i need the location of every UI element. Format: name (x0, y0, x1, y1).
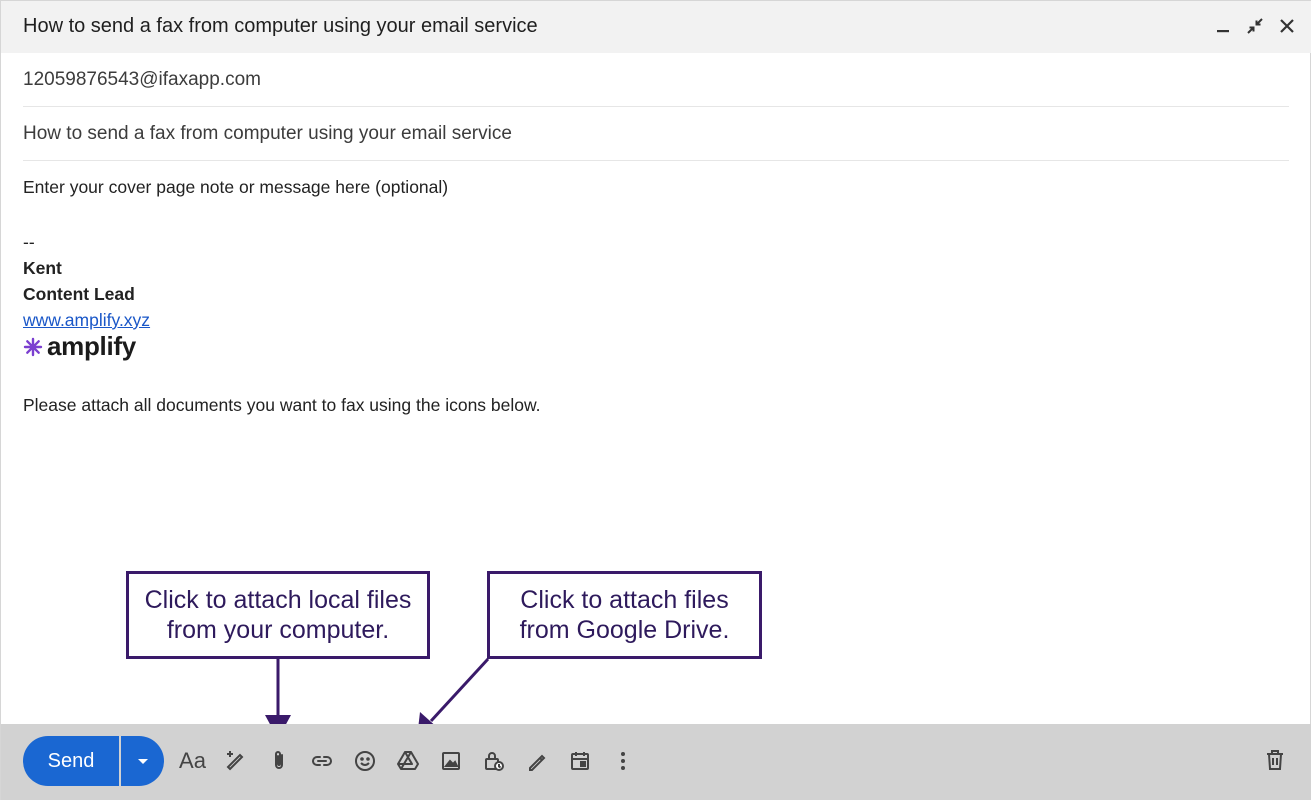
compose-titlebar: How to send a fax from computer using yo… (1, 1, 1311, 53)
cover-note-text: Enter your cover page note or message he… (23, 177, 449, 197)
signature-separator: -- (23, 232, 35, 252)
attach-file-icon[interactable] (257, 741, 300, 781)
confidential-mode-icon[interactable] (472, 741, 515, 781)
window-controls (1212, 15, 1298, 37)
formatting-button[interactable]: Aa (171, 741, 214, 781)
google-drive-icon[interactable] (386, 741, 429, 781)
signature-link[interactable]: www.amplify.xyz (23, 310, 150, 331)
insert-photo-icon[interactable] (429, 741, 472, 781)
insert-link-icon[interactable] (300, 741, 343, 781)
schedule-icon[interactable] (558, 741, 601, 781)
recipient-field[interactable]: 12059876543@ifaxapp.com (23, 53, 1289, 107)
more-options-icon[interactable] (601, 741, 644, 781)
exit-fullscreen-icon[interactable] (1244, 15, 1266, 37)
send-button[interactable]: Send (23, 736, 119, 786)
send-group: Send (23, 736, 164, 786)
signature-role: Content Lead (23, 284, 135, 304)
close-icon[interactable] (1276, 15, 1298, 37)
window-title: How to send a fax from computer using yo… (23, 15, 538, 37)
callout-local-files-text: Click to attach local files from your co… (144, 586, 412, 644)
amplify-logo: amplify (23, 331, 136, 362)
asterisk-logo-icon (23, 337, 43, 356)
compose-toolbar: Send Aa (1, 724, 1311, 800)
compose-window: How to send a fax from computer using yo… (0, 0, 1311, 800)
minimize-icon[interactable] (1212, 15, 1234, 37)
signature-name: Kent (23, 258, 62, 278)
ai-write-icon[interactable] (214, 741, 257, 781)
dropdown-arrow-icon (137, 759, 148, 764)
emoji-icon[interactable] (343, 741, 386, 781)
callout-google-drive: Click to attach files from Google Drive. (487, 571, 762, 659)
subject-field[interactable]: How to send a fax from computer using yo… (23, 107, 1289, 161)
logo-text: amplify (47, 331, 136, 361)
discard-draft-icon[interactable] (1260, 745, 1290, 775)
signature-icon[interactable] (515, 741, 558, 781)
toolbar-icons: Aa (171, 741, 644, 781)
callout-google-drive-text: Click to attach files from Google Drive. (519, 586, 730, 644)
attach-instructions: Please attach all documents you want to … (23, 395, 541, 415)
callout-local-files: Click to attach local files from your co… (126, 571, 430, 659)
send-options-button[interactable] (121, 736, 164, 786)
